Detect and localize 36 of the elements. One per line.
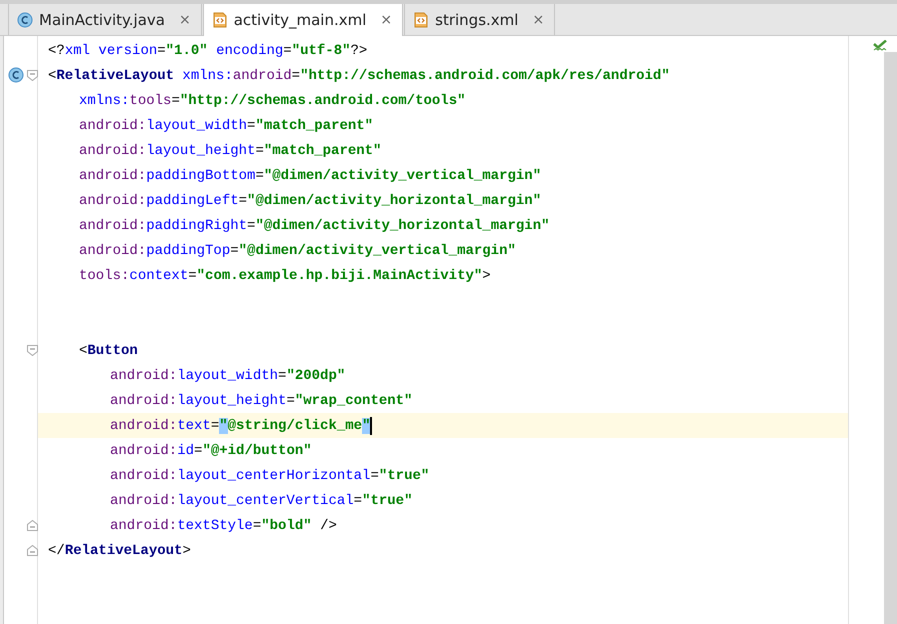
code-line: <RelativeLayout xmlns:android="http://schemas.android.com/apk/res/android" [48,68,670,84]
code-line: android:layout_height="match_parent" [79,142,382,158]
class-icon [17,12,33,28]
code-line: </RelativeLayout> [48,542,191,558]
close-tab-button[interactable]: × [178,12,191,28]
editor-tab[interactable]: activity_main.xml × [202,4,404,36]
fold-icon[interactable] [27,520,38,531]
editor-tab[interactable]: strings.xml × [404,4,556,35]
code-line: android:text="@string/click_me" [110,418,370,434]
code-line: android:layout_width="200dp" [110,368,346,384]
scrollbar[interactable] [884,52,897,624]
code-line: android:paddingLeft="@dimen/activity_horizontal_margin" [79,192,542,208]
close-tab-button[interactable]: × [532,12,544,28]
text-cursor [370,416,372,434]
xml-file-icon [212,12,228,28]
code-line: <Button [79,342,138,358]
code-line: tools:context="com.example.hp.biji.MainActivity"> [79,268,491,284]
code-line: android:textStyle="bold" /> [110,518,337,534]
fold-icon[interactable] [27,345,38,356]
code-line: android:paddingTop="@dimen/activity_vertical_margin" [79,242,516,258]
code-line: android:layout_width="match_parent" [79,118,374,134]
fold-icon[interactable] [27,70,38,81]
code-line: <?xml version="1.0" encoding="utf-8"?> [48,42,368,58]
code-line: android:id="@+id/button" [110,442,312,458]
code-line: android:paddingBottom="@dimen/activity_vertical_margin" [79,168,542,184]
code-line: android:paddingRight="@dimen/activity_horizontal_margin" [79,218,550,234]
class-icon [8,67,24,83]
code-line: android:layout_centerVertical="true" [110,492,412,508]
xml-file-icon [413,12,430,28]
close-tab-button[interactable]: × [380,12,392,28]
code-line: android:layout_height="wrap_content" [110,392,412,408]
code-line: android:layout_centerHorizontal="true" [110,468,430,484]
fold-icon[interactable] [27,545,38,556]
check-icon[interactable] [873,40,887,52]
code-line: xmlns:tools="http://schemas.android.com/tools" [79,92,466,108]
editor-tab[interactable]: MainActivity.java × [8,4,202,35]
